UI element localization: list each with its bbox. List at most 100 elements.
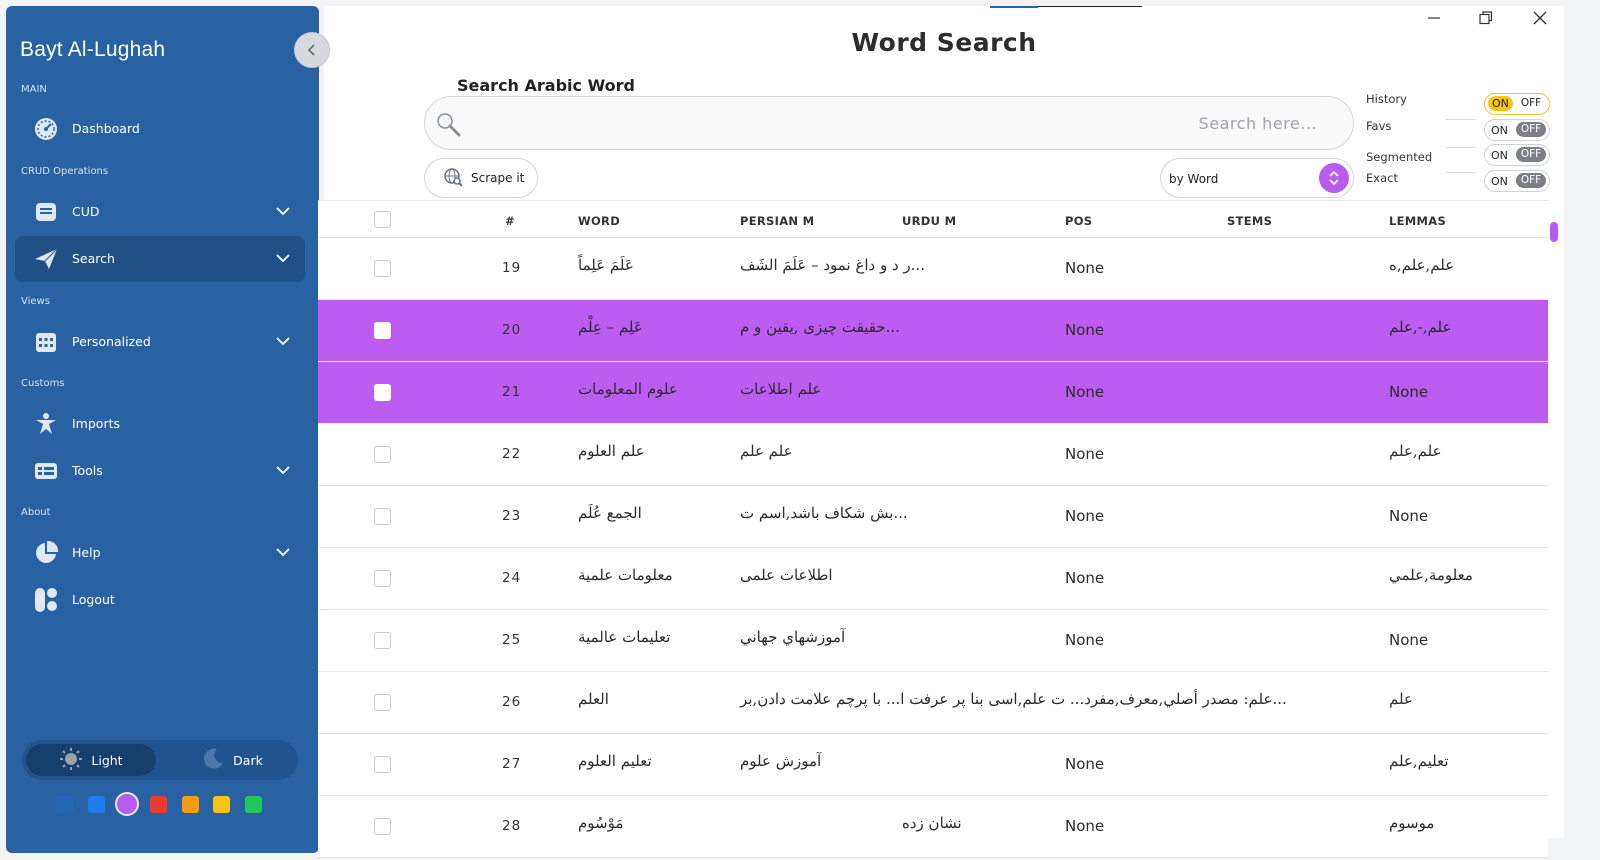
table-row[interactable]: 24 معلومات علمية اطلاعات علمى None معلومة,عل… xyxy=(318,548,1548,610)
color-swatch-green[interactable] xyxy=(245,796,262,813)
chevron-up-down-icon[interactable] xyxy=(1319,163,1349,193)
table-cell-word: علوم المعلومات xyxy=(578,380,678,398)
sidebar-item-label: Tools xyxy=(72,463,103,478)
theme-light-option[interactable]: Light xyxy=(26,744,156,776)
restore-button[interactable] xyxy=(1476,8,1496,28)
color-swatch-yellow[interactable] xyxy=(213,796,230,813)
table-row[interactable]: 25 تعليمات عالمية آموزشهاي جهاني None None xyxy=(318,610,1548,672)
table-cell-word: العلم xyxy=(578,690,609,708)
sidebar-item-personalized[interactable]: Personalized xyxy=(15,319,305,365)
toggle-on-label: ON xyxy=(1488,96,1513,111)
color-swatch-orange[interactable] xyxy=(182,796,199,813)
title-bar-accent xyxy=(990,6,1038,8)
scrape-button[interactable]: Scrape it xyxy=(424,158,538,198)
table-cell-n: 20 xyxy=(502,322,522,338)
sidebar-item-dashboard[interactable]: Dashboard xyxy=(15,106,305,152)
table-scrollbar[interactable] xyxy=(1550,222,1558,242)
table-cell-persian: آموزش علوم xyxy=(740,752,822,770)
table-cell-n: 19 xyxy=(502,260,522,276)
column-header-urdu[interactable]: URDU M xyxy=(902,214,956,228)
column-header-lemmas[interactable]: LEMMAS xyxy=(1389,214,1446,228)
sidebar-item-tools[interactable]: Tools xyxy=(15,448,305,494)
table-row[interactable]: 28 مَوْسُوم نشان زده None موسوم xyxy=(318,796,1548,858)
chevron-down-icon[interactable] xyxy=(273,542,293,562)
chevron-down-icon[interactable] xyxy=(273,331,293,351)
divider xyxy=(1446,147,1476,148)
table-cell-persian: ...حقيقت چيزى ,يقين و م xyxy=(740,318,900,336)
table-cell-pos: None xyxy=(1065,817,1105,835)
color-swatch-red[interactable] xyxy=(150,796,167,813)
chevron-left-icon xyxy=(307,44,315,56)
column-header-pos[interactable]: POS xyxy=(1065,214,1092,228)
row-checkbox[interactable] xyxy=(374,818,391,835)
row-checkbox[interactable] xyxy=(374,632,391,649)
search-input[interactable] xyxy=(475,105,1335,141)
theme-toggle[interactable]: Light Dark xyxy=(22,740,298,780)
table-cell-pos: None xyxy=(1065,631,1105,649)
column-header-word[interactable]: WORD xyxy=(578,214,620,228)
table-row[interactable]: 27 تعليم العلوم آموزش علوم None تعليم,علم xyxy=(318,734,1548,796)
table-cell-persian: ...علم: مصدر أصلي,معرف,مفرد... ت علم,اسى… xyxy=(740,690,1287,708)
chevron-down-icon[interactable] xyxy=(273,201,293,221)
table-cell-pos: None xyxy=(1065,569,1105,587)
row-checkbox[interactable] xyxy=(374,322,391,339)
row-checkbox[interactable] xyxy=(374,694,391,711)
table-cell-word: مَوْسُوم xyxy=(578,814,624,832)
table-cell-lemmas: علم,علم xyxy=(1389,442,1442,460)
sidebar-item-cud[interactable]: CUD xyxy=(15,189,305,235)
app-title: Bayt Al-Lughah xyxy=(20,38,166,61)
sidebar-item-logout[interactable]: Logout xyxy=(15,577,305,623)
table-cell-pos: None xyxy=(1065,445,1105,463)
row-checkbox[interactable] xyxy=(374,446,391,463)
row-checkbox[interactable] xyxy=(374,756,391,773)
color-swatch-light-blue[interactable] xyxy=(88,796,105,813)
row-checkbox[interactable] xyxy=(374,570,391,587)
table-row[interactable]: 26 العلم ...علم: مصدر أصلي,معرف,مفرد... ت … xyxy=(318,672,1548,734)
sidebar-item-search[interactable]: Search xyxy=(15,236,305,282)
color-swatch-purple[interactable] xyxy=(115,792,139,816)
row-checkbox[interactable] xyxy=(374,508,391,525)
table-cell-lemmas: علم xyxy=(1389,690,1413,708)
sidebar-item-imports[interactable]: Imports xyxy=(15,401,305,447)
row-checkbox[interactable] xyxy=(374,384,391,401)
table-header: # WORD PERSIAN M URDU M POS STEMS LEMMAS xyxy=(318,200,1548,238)
table-row[interactable]: 19 عَلَمَ عَلِماً ...ر د و داغ نمود – عَلَ… xyxy=(318,238,1548,300)
close-button[interactable] xyxy=(1530,8,1550,28)
chevron-down-icon[interactable] xyxy=(273,460,293,480)
row-checkbox[interactable] xyxy=(374,260,391,277)
favs-toggle[interactable]: ON OFF xyxy=(1484,119,1550,141)
gauge-icon xyxy=(33,117,59,141)
history-toggle[interactable]: ON OFF xyxy=(1484,93,1550,115)
exact-toggle[interactable]: ON OFF xyxy=(1484,170,1550,192)
table-cell-persian: اطلاعات علمى xyxy=(740,566,833,584)
toggle-off-label: OFF xyxy=(1520,97,1542,109)
search-by-select[interactable]: by Word xyxy=(1160,158,1354,198)
column-header-stems[interactable]: STEMS xyxy=(1227,214,1272,228)
color-swatch-blue[interactable] xyxy=(56,796,73,813)
segmented-toggle[interactable]: ON OFF xyxy=(1484,144,1550,166)
toggle-off-label: OFF xyxy=(1516,122,1546,137)
table-row[interactable]: 20 عَلِم – عِلْم ...حقيقت چيزى ,يقين و م No… xyxy=(318,300,1548,362)
column-header-persian[interactable]: PERSIAN M xyxy=(740,214,814,228)
sidebar: Bayt Al-Lughah MAIN Dashboard CRUD Opera… xyxy=(6,6,319,853)
search-box[interactable] xyxy=(424,96,1354,150)
theme-dark-option[interactable]: Dark xyxy=(172,744,292,776)
search-by-value: by Word xyxy=(1169,172,1219,186)
column-header-number[interactable]: # xyxy=(505,214,515,228)
sidebar-item-label: CUD xyxy=(72,204,100,219)
minimize-button[interactable] xyxy=(1424,8,1444,28)
sidebar-item-label: Imports xyxy=(72,416,120,431)
minimize-icon xyxy=(1428,17,1440,19)
table-cell-lemmas: تعليم,علم xyxy=(1389,752,1449,770)
table-row[interactable]: 21 علوم المعلومات علم اطلاعات None None xyxy=(318,362,1548,424)
table-cell-lemmas: None xyxy=(1389,631,1429,649)
sidebar-item-help[interactable]: Help xyxy=(15,530,305,576)
table-row[interactable]: 23 الجمع عُلَم ...بش شكاف باشد,اسم ت None No… xyxy=(318,486,1548,548)
sidebar-collapse-button[interactable] xyxy=(294,32,330,68)
table-row[interactable]: 22 علم العلوم علم علم None علم,علم xyxy=(318,424,1548,486)
chevron-down-icon[interactable] xyxy=(273,248,293,268)
table-cell-lemmas: None xyxy=(1389,507,1429,525)
select-all-checkbox[interactable] xyxy=(374,211,391,228)
table-cell-pos: None xyxy=(1065,507,1105,525)
title-bar-line xyxy=(1038,6,1142,7)
